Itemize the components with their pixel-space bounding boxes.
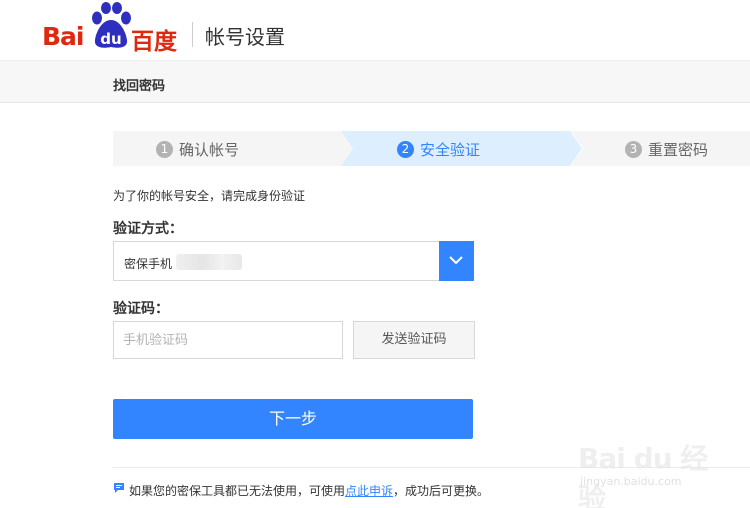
intro-text: 为了你的帐号安全，请完成身份验证 (113, 189, 306, 203)
step-number: 3 (625, 141, 642, 158)
step-progress: 1 确认帐号 2 安全验证 3 重置密码 (113, 131, 750, 166)
verification-method-label: 验证方式： (113, 221, 183, 237)
page-title: 帐号设置 (205, 25, 285, 49)
verification-method-select[interactable]: 密保手机 (113, 241, 474, 281)
appeal-link[interactable]: 点此申诉 (345, 484, 393, 498)
watermark-text: Bai du 经验 (578, 442, 708, 508)
footer-text: 如果您的密保工具都已无法使用，可使用点此申诉，成功后可更换。 (129, 482, 489, 499)
dropdown-toggle[interactable] (439, 241, 474, 281)
send-code-button[interactable]: 发送验证码 (353, 321, 475, 359)
watermark: Bai du 经验 jingyan.baidu.com (578, 425, 728, 508)
step-reset-password: 3 重置密码 (571, 131, 750, 166)
step-number: 1 (156, 141, 173, 158)
baidu-logo[interactable]: Bai du 百度 (42, 2, 182, 55)
step-label: 重置密码 (648, 141, 709, 159)
footer-text-after: ，成功后可更换。 (393, 484, 490, 498)
step-label: 安全验证 (420, 141, 481, 159)
step-security-verification: 2 安全验证 (341, 131, 582, 166)
step-number: 2 (397, 141, 414, 158)
chat-bubble-icon (114, 483, 124, 493)
page-header: Bai du 百度 帐号设置 (0, 0, 750, 60)
chevron-down-icon (449, 256, 463, 265)
header-divider (192, 22, 193, 47)
masked-phone-number (176, 254, 242, 270)
verification-code-input[interactable] (113, 321, 343, 359)
footer-text-before: 如果您的密保工具都已无法使用，可使用 (129, 484, 346, 498)
step-label: 确认帐号 (179, 141, 240, 159)
sub-navigation-bar: 找回密码 (0, 60, 750, 103)
watermark-url: jingyan.baidu.com (580, 475, 682, 488)
step-confirm-account: 1 确认帐号 (113, 131, 353, 166)
verification-code-label: 验证码： (113, 301, 169, 317)
section-title: 找回密码 (113, 79, 166, 94)
logo-bai-text: Bai (42, 22, 84, 51)
selected-method: 密保手机 (124, 257, 173, 271)
next-step-button[interactable]: 下一步 (113, 399, 473, 439)
logo-cn-text: 百度 (131, 29, 177, 55)
logo-du-text: du (100, 30, 122, 48)
